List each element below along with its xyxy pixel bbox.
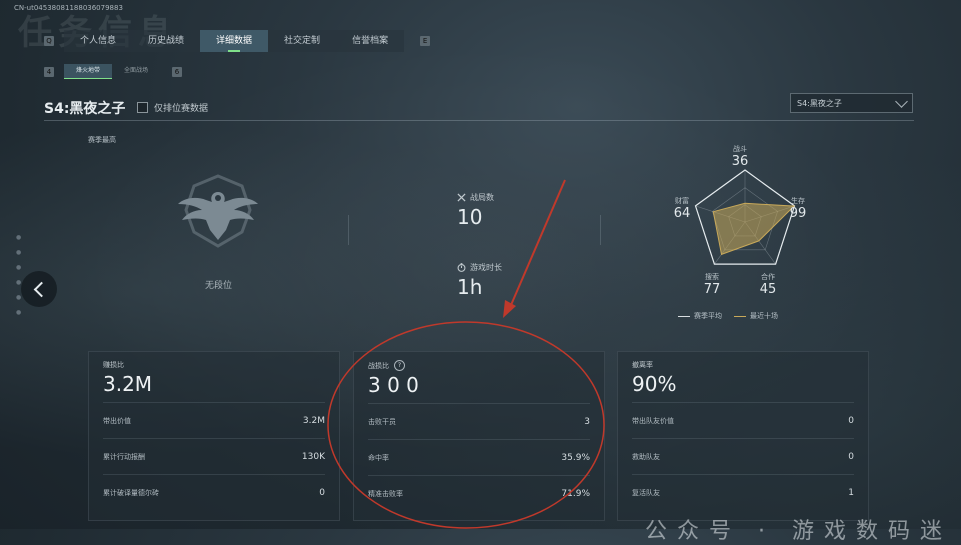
matches-value: 10 [457,205,483,229]
card-label: 战损比 [368,361,389,370]
card-row: 带出价值 3.2M [103,402,325,438]
season-select-value: S4:黑夜之子 [797,99,842,108]
mode-tab-bar: 4 烽火地带 全面战场 6 [44,64,183,79]
playtime-label: 游戏时长 [470,263,502,272]
chevron-left-icon [33,281,49,297]
playtime-stat: 游戏时长 1h [457,262,502,299]
tab-left-key-hint[interactable]: Q [44,36,54,46]
side-list-item: ● [16,309,22,316]
watermark: 公众号 · 游戏数码迷 [645,519,952,544]
prev-page-button[interactable] [21,271,57,307]
tab-match-history[interactable]: 历史战绩 [132,30,200,52]
card-row: 带出队友价值 0 [632,402,854,438]
card-label: 撤离率 [632,361,653,369]
card-row: 累计行动报酬 130K [103,438,325,474]
rank-name: 无段位 [205,281,233,291]
ability-radar: 战斗 36 生存 99 合作 45 搜索 77 财富 64 [665,140,825,310]
matches-stat: 战局数 10 [457,192,494,229]
main-tabs: 个人信息 历史战绩 详细数据 社交定制 信誉档案 [64,30,405,52]
card-row: 复活队友 1 [632,474,854,510]
radar-axis-teamwork: 合作 45 [759,273,777,297]
tab-mode-hazard-zone[interactable]: 烽火地带 [64,64,113,79]
side-list-item: ● [16,234,22,241]
tab-social-custom[interactable]: 社交定制 [268,30,336,52]
card-row: 精准击败率 71.9% [368,475,590,511]
tab-detailed-data[interactable]: 详细数据 [200,30,269,52]
card-row: 命中率 35.9% [368,439,590,475]
playtime-value: 1h [457,275,483,299]
card-row: 救助队友 0 [632,438,854,474]
tab-credit-record[interactable]: 信誉档案 [336,30,404,52]
user-id: CN-ut04538081188036079883 [14,4,123,12]
tab-personal-info[interactable]: 个人信息 [64,30,132,52]
side-list-item: ● [16,264,22,271]
card-row: 击败干员 3 [368,403,590,439]
header-divider [44,120,914,121]
help-icon[interactable]: ? [394,360,405,371]
season-title: S4:黑夜之子 [44,101,126,117]
legend-season-avg: 赛季平均 [678,311,722,321]
subtab-right-key-hint[interactable]: 6 [172,66,183,77]
subtab-left-key-hint[interactable]: 4 [44,66,54,77]
card-value: 3 0 0 [368,373,419,397]
radar-axis-combat: 战斗 36 [731,145,749,169]
card-extract-rate: 撤离率 90% 带出队友价值 0 救助队友 0 复活队友 1 [617,351,869,521]
card-value: 90% [632,372,677,396]
chevron-down-icon [895,95,908,108]
annotation-arrow-line [507,179,566,313]
crossed-swords-icon [457,193,466,202]
season-best-label: 赛季最高 [88,136,116,144]
side-list-item: ● [16,249,22,256]
radar-legend: 赛季平均 最近十场 [678,311,778,321]
side-list-faded: ● ● ● ● ● ● [16,230,21,320]
main-tab-bar: Q 个人信息 历史战绩 详细数据 社交定制 信誉档案 E [44,30,431,52]
tab-right-key-hint[interactable]: E [420,36,431,46]
rank-only-label: 仅排位赛数据 [154,104,209,114]
radar-axis-survival: 生存 99 [789,197,807,221]
card-value: 3.2M [103,372,153,396]
mode-tabs: 烽火地带 全面战场 [64,64,160,79]
radar-axis-search: 搜索 77 [703,273,721,297]
tab-mode-full-battlefield[interactable]: 全面战场 [112,64,160,78]
card-profit-ratio: 赚损比 3.2M 带出价值 3.2M 累计行动报酬 130K 累计破译量德尔砖 0 [88,351,340,521]
rank-only-toggle[interactable]: 仅排位赛数据 [137,101,208,114]
summary-separator [348,215,349,245]
card-label: 赚损比 [103,361,124,369]
summary-separator-2 [600,215,601,245]
matches-label: 战局数 [470,193,494,202]
rank-only-checkbox[interactable] [137,102,148,113]
card-row: 累计破译量德尔砖 0 [103,474,325,510]
rank-emblem-icon [178,174,258,248]
stopwatch-icon [457,263,466,272]
radar-recent-polygon [712,202,796,256]
season-select[interactable]: S4:黑夜之子 [790,93,913,113]
radar-axis-wealth: 财富 64 [673,197,691,221]
card-kd-ratio: 战损比 ? 3 0 0 击败干员 3 命中率 35.9% 精准击败率 71.9% [353,351,605,521]
annotation-arrow-head [503,300,516,318]
legend-recent-ten: 最近十场 [734,311,778,321]
